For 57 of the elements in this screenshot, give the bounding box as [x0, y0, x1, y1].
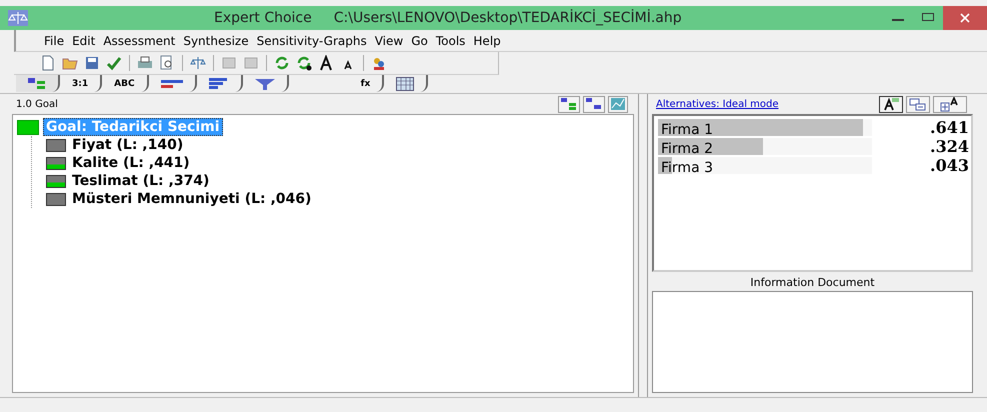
menu-item[interactable]: View	[374, 34, 404, 48]
priority-value: .043	[930, 156, 970, 175]
close-button[interactable]	[943, 6, 987, 30]
menu-item[interactable]: Tools	[436, 34, 466, 48]
priority-value: .324	[930, 137, 970, 156]
information-document[interactable]	[652, 291, 973, 393]
grid-icon	[396, 76, 414, 90]
priority-indicator	[46, 192, 66, 206]
priority-indicator	[17, 120, 39, 134]
section-title: Information Document	[749, 275, 876, 291]
refresh-icon	[274, 55, 290, 71]
priority-indicator	[46, 156, 66, 170]
tree-view-button[interactable]	[583, 96, 605, 112]
alternative-name: Firma 1	[660, 122, 714, 138]
collapse-button[interactable]	[906, 96, 930, 112]
window-title: Expert Choice	[214, 10, 312, 26]
chart-button[interactable]	[608, 96, 628, 112]
criterion-node[interactable]: Kalite (L: ,441)	[70, 155, 192, 171]
add-button[interactable]	[933, 96, 967, 112]
bar-chart-icon	[160, 78, 183, 88]
menu-item[interactable]: File	[44, 34, 64, 48]
close-icon	[960, 13, 970, 23]
font-size-icon	[318, 55, 334, 71]
font-icon	[882, 97, 900, 111]
alternatives-link[interactable]: Alternatives: Ideal mode	[656, 98, 779, 110]
refresh-icon	[296, 55, 312, 71]
view-tab[interactable]	[16, 75, 60, 92]
priority-indicator	[46, 138, 66, 152]
menu-item[interactable]: Assessment	[103, 34, 176, 48]
priority-indicator	[46, 174, 66, 188]
scale-icon	[8, 10, 28, 26]
maximize-icon	[922, 13, 934, 23]
priority-value: .641	[930, 118, 970, 137]
bar-chart-icon	[208, 78, 229, 89]
menu-item[interactable]: Go	[411, 34, 428, 48]
criterion-node[interactable]: Fiyat (L: ,140)	[70, 137, 186, 153]
menu-item[interactable]: Sensitivity-Graphs	[256, 34, 367, 48]
menu-item[interactable]: Help	[473, 34, 501, 48]
alternative-name: Firma 2	[660, 141, 714, 157]
tree-icon	[586, 98, 602, 110]
tree-icon	[561, 98, 577, 110]
criterion-node[interactable]: Teslimat (L: ,374)	[70, 173, 212, 189]
format-button[interactable]	[879, 96, 903, 112]
node-path: 1.0 Goal	[16, 98, 58, 110]
chart-icon	[611, 98, 625, 110]
file-path: C:\Users\LENOVO\Desktop\TEDARİKCİ_SECİMİ.ahp	[334, 10, 682, 26]
funnel-icon	[254, 78, 275, 90]
tree-view-button[interactable]	[558, 96, 580, 112]
menu-item[interactable]: Synthesize	[183, 34, 249, 48]
scale-icon	[190, 55, 206, 71]
add-text-icon	[940, 96, 960, 112]
tree-icon	[28, 78, 46, 90]
alternative-name: Firma 3	[660, 160, 714, 176]
collapse-icon	[909, 98, 927, 110]
menu-item[interactable]: Edit	[72, 34, 96, 48]
criterion-node[interactable]: Müsteri Memnuniyeti (L: ,046)	[70, 191, 314, 207]
printer-icon	[137, 55, 153, 71]
